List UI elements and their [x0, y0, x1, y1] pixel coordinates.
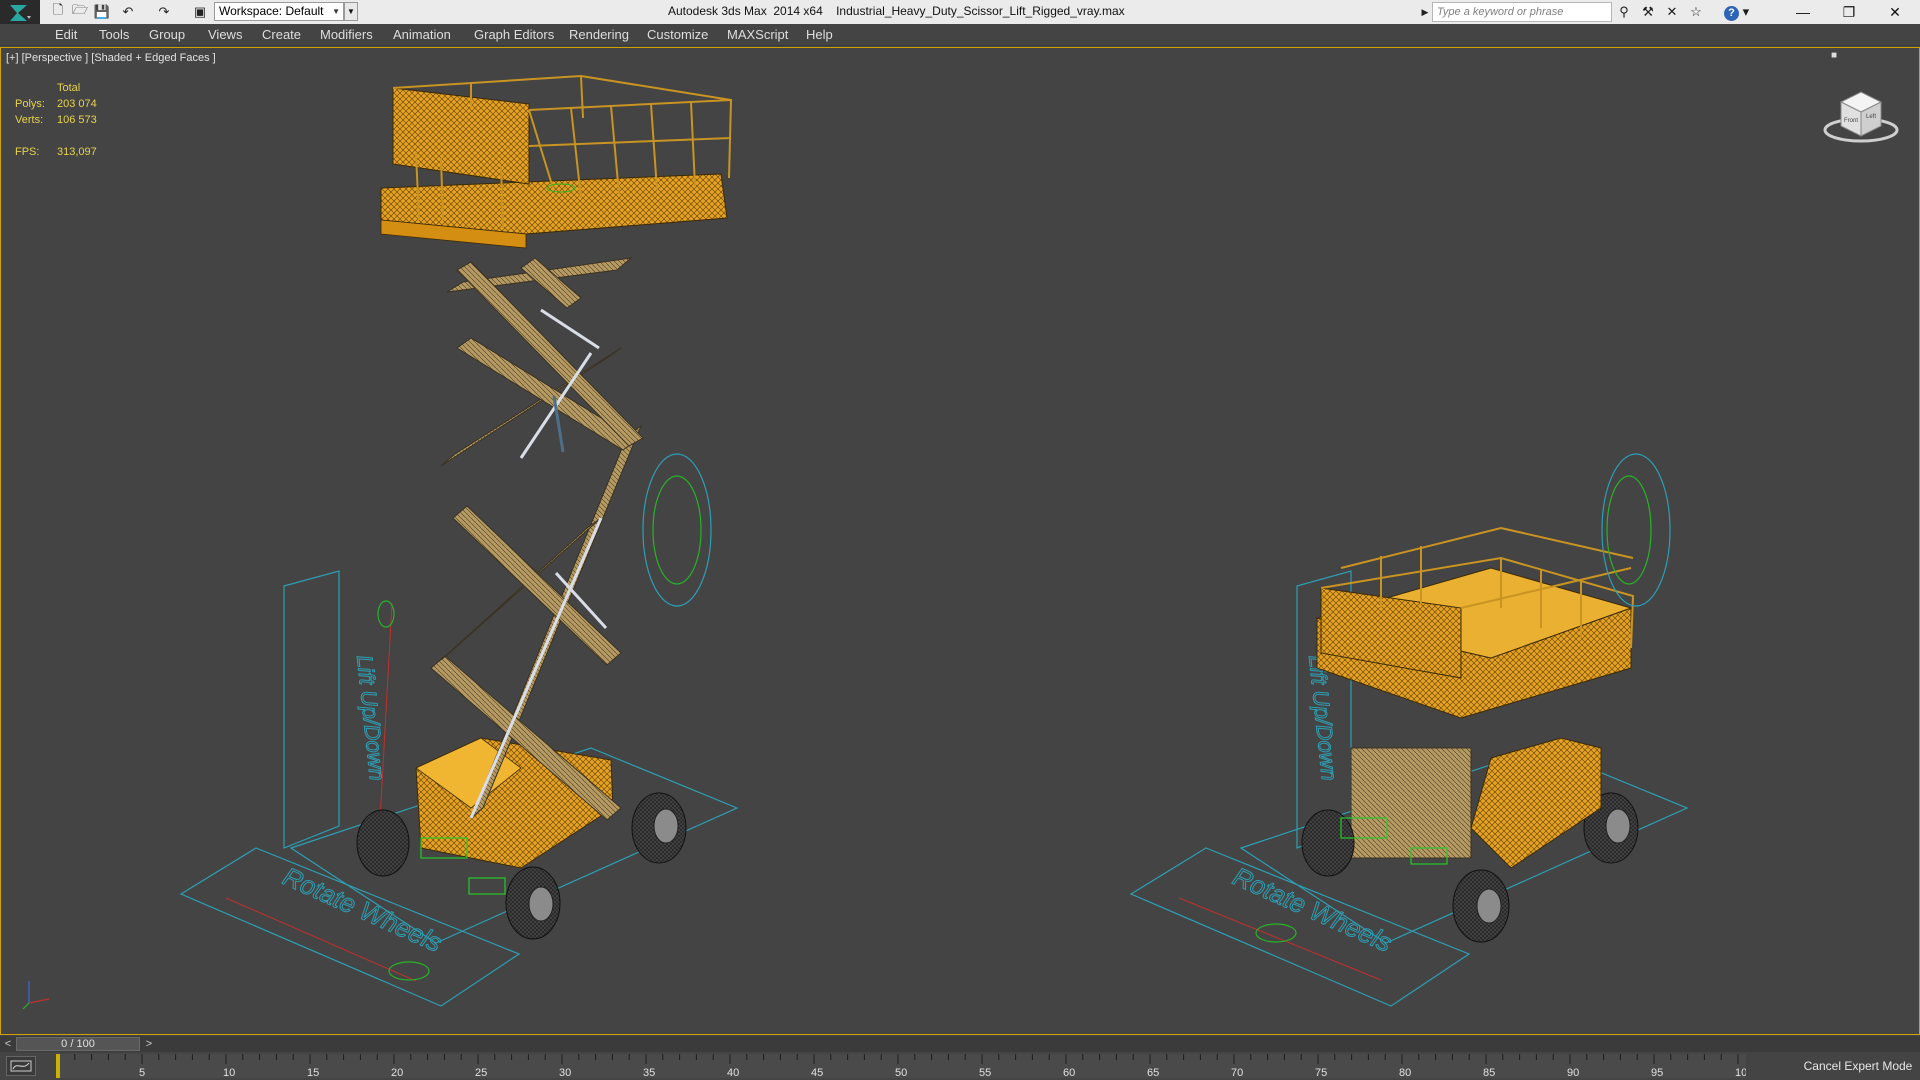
ruler-tick-label: 25 [475, 1067, 487, 1079]
menu-group[interactable]: Group [149, 27, 185, 42]
app-logo-icon [10, 5, 31, 21]
axis-tripod [22, 981, 50, 1010]
mini-curve-editor-button[interactable] [6, 1056, 36, 1076]
rotate-wheels-label-2: Rotate Wheels [1229, 861, 1397, 958]
time-slider-bar: < 0 / 100 > [0, 1036, 1920, 1052]
app-menu-button[interactable] [0, 0, 40, 24]
ruler-tick-label: 80 [1399, 1067, 1411, 1079]
ruler-tick-label: 10 [223, 1067, 235, 1079]
scene-canvas[interactable]: Rotate Wheels Lift Up/Down Rotate Wheels… [1, 48, 1919, 1034]
save-icon[interactable]: 💾 [92, 3, 112, 21]
ruler-tick-label: 35 [643, 1067, 655, 1079]
close-icon[interactable]: ✕ [1872, 0, 1918, 24]
ruler-tick-label: 50 [895, 1067, 907, 1079]
ruler-tick-label: 100 [1735, 1067, 1746, 1079]
menu-maxscript[interactable]: MAXScript [727, 27, 788, 42]
restore-icon[interactable]: ❐ [1826, 0, 1872, 24]
ruler-tick-label: 85 [1483, 1067, 1495, 1079]
menu-graph-editors[interactable]: Graph Editors [474, 27, 554, 42]
ruler-tick-label: 30 [559, 1067, 571, 1079]
viewcube-front-label: Front [1844, 118, 1858, 124]
open-file-icon[interactable]: 🗁 [70, 2, 90, 21]
workspace-dropdown[interactable]: Workspace: Default ▼ [214, 2, 344, 21]
ruler-tick-label: 60 [1063, 1067, 1075, 1079]
menu-customize[interactable]: Customize [647, 27, 708, 42]
subscription-icon[interactable]: ⚒ [1638, 3, 1658, 21]
menu-help[interactable]: Help [806, 27, 833, 42]
project-folder-icon[interactable]: ▣ [190, 3, 210, 21]
undo-icon[interactable]: ↶ [118, 3, 138, 21]
search-expand-button[interactable]: ▶ [1420, 3, 1430, 21]
menu-create[interactable]: Create [262, 27, 301, 42]
search-input[interactable]: Type a keyword or phrase [1432, 2, 1612, 22]
lift-updown-label: Lift Up/Down [352, 654, 390, 782]
time-slider[interactable]: 0 / 100 [16, 1037, 140, 1051]
workspace-label: Workspace: Default [219, 4, 324, 18]
ruler-tick-label: 70 [1231, 1067, 1243, 1079]
menu-rendering[interactable]: Rendering [569, 27, 629, 42]
viewcube[interactable]: Front Left [1819, 78, 1899, 148]
cancel-expert-mode-button[interactable]: Cancel Expert Mode [1796, 1052, 1920, 1080]
binoculars-icon[interactable]: ⚲ [1614, 3, 1634, 21]
menu-animation[interactable]: Animation [393, 27, 451, 42]
track-bar: 5 10 15 20 25 30 35 40 45 50 55 60 65 70 75 80 85 90 95 100 [0, 1052, 1920, 1080]
menu-bar: Edit Tools Group Views Create Modifiers … [0, 24, 1920, 46]
ruler-tick-label: 90 [1567, 1067, 1579, 1079]
perspective-viewport[interactable]: [+] [Perspective ] [Shaded + Edged Faces… [0, 47, 1920, 1035]
menu-modifiers[interactable]: Modifiers [320, 27, 373, 42]
ruler-tick-label: 75 [1315, 1067, 1327, 1079]
ruler-tick-label: 95 [1651, 1067, 1663, 1079]
curve-editor-icon [10, 1060, 32, 1072]
menu-tools[interactable]: Tools [99, 27, 129, 42]
viewcube-left-label: Left [1866, 114, 1876, 120]
new-file-icon[interactable]: 🗋 [48, 2, 68, 21]
qat-options-button[interactable]: ▼ [344, 2, 358, 21]
ruler-tick-label: 55 [979, 1067, 991, 1079]
rotate-wheels-label: Rotate Wheels [279, 861, 447, 958]
help-button[interactable]: ? ▾ [1720, 3, 1752, 21]
ruler-tick-label: 40 [727, 1067, 739, 1079]
ruler-tick-label: 65 [1147, 1067, 1159, 1079]
minimize-icon[interactable]: — [1780, 0, 1826, 24]
favorites-star-icon[interactable]: ☆ [1686, 3, 1706, 21]
redo-icon[interactable]: ↷ [154, 3, 174, 21]
help-icon: ? [1724, 6, 1739, 21]
scissor-lift-extended[interactable]: Rotate Wheels Lift Up/Down [179, 74, 739, 1007]
time-next-button[interactable]: > [142, 1036, 156, 1052]
window-title: Autodesk 3ds Max 2014 x64 Industrial_Hea… [668, 4, 1125, 18]
menu-edit[interactable]: Edit [55, 27, 77, 42]
menu-views[interactable]: Views [208, 27, 242, 42]
time-prev-button[interactable]: < [0, 1036, 16, 1052]
communication-icon[interactable]: ✕ [1662, 3, 1682, 21]
ruler-tick-label: 15 [307, 1067, 319, 1079]
ruler-tick-label: 45 [811, 1067, 823, 1079]
chevron-down-icon: ▼ [332, 7, 340, 16]
timeline-ruler[interactable]: 5 10 15 20 25 30 35 40 45 50 55 60 65 70 75 80 85 90 95 100 [56, 1052, 1746, 1080]
ruler-tick-label: 5 [139, 1067, 145, 1079]
current-frame-marker[interactable] [56, 1054, 60, 1078]
ruler-tick-label: 20 [391, 1067, 403, 1079]
title-bar: 🗋 🗁 💾 ↶ ↷ ▣ Workspace: Default ▼ ▼ Autod… [0, 0, 1920, 24]
scissor-lift-retracted[interactable]: Rotate Wheels Lift Up/Down [1129, 453, 1689, 1007]
